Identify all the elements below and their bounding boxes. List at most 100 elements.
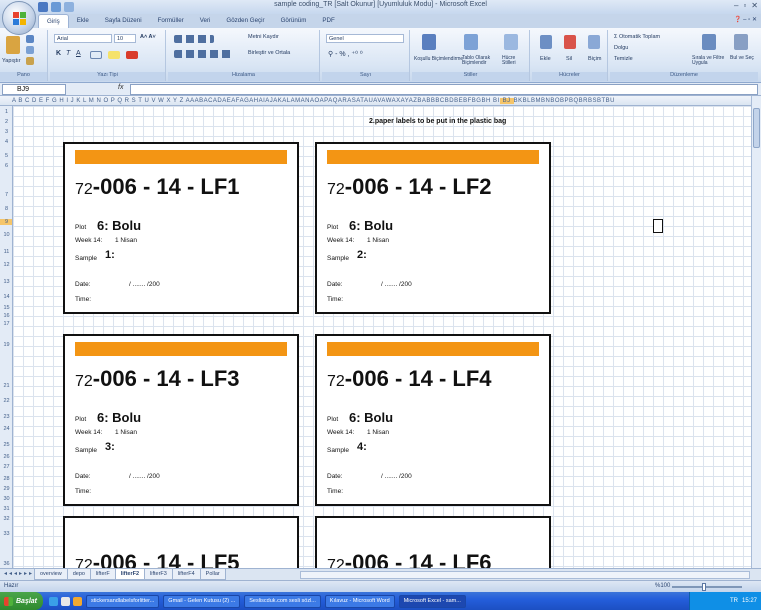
row-number[interactable]: 33: [0, 531, 12, 537]
row-number[interactable]: 23: [0, 414, 12, 420]
row-number[interactable]: 14: [0, 294, 12, 300]
sheet-tab[interactable]: Pollar: [199, 569, 226, 580]
row-number[interactable]: 28: [0, 476, 12, 482]
fill-color-icon[interactable]: [108, 51, 120, 59]
taskbar-item[interactable]: Sesliscduk.com sesli sözl...: [244, 594, 321, 608]
cell-styles-button[interactable]: Hücre Stilleri: [502, 56, 528, 66]
font-color-icon[interactable]: [126, 51, 138, 59]
row-number[interactable]: 7: [0, 192, 12, 198]
cut-icon[interactable]: [26, 35, 34, 43]
row-number[interactable]: 32: [0, 516, 12, 522]
delete-cells-icon[interactable]: [564, 35, 576, 49]
row-number[interactable]: 15: [0, 305, 12, 311]
close-button[interactable]: ✕: [751, 1, 758, 10]
sheet-tab[interactable]: depo: [66, 569, 91, 580]
taskbar-item[interactable]: Kılavuz - Microsoft Word: [324, 594, 395, 608]
row-number[interactable]: 11: [0, 249, 12, 255]
row-number[interactable]: 8: [0, 206, 12, 212]
row-number[interactable]: 22: [0, 398, 12, 404]
row-number[interactable]: 30: [0, 496, 12, 502]
row-number[interactable]: 36: [0, 561, 12, 567]
desktop-icon[interactable]: [61, 596, 71, 606]
sheet-tab-active[interactable]: lifterF2: [114, 569, 146, 580]
row-number[interactable]: 19: [0, 342, 12, 348]
copy-icon[interactable]: [26, 46, 34, 54]
tab-data[interactable]: Veri: [192, 14, 219, 28]
cell-styles-icon[interactable]: [504, 34, 518, 50]
row-number[interactable]: 17: [0, 321, 12, 327]
row-number[interactable]: 12: [0, 262, 12, 268]
vertical-scrollbar[interactable]: [751, 96, 761, 568]
sort-filter-icon[interactable]: [702, 34, 716, 50]
delete-button[interactable]: Sil: [566, 56, 572, 62]
bold-icon[interactable]: K: [56, 50, 61, 57]
fx-icon[interactable]: fx: [118, 84, 123, 91]
row-number[interactable]: 24: [0, 426, 12, 432]
row-number[interactable]: 26: [0, 454, 12, 460]
wrap-text-button[interactable]: Metni Kaydır: [248, 34, 279, 40]
office-button[interactable]: [2, 1, 36, 35]
sheet-tab[interactable]: lifterF4: [171, 569, 201, 580]
align-center-icon[interactable]: [174, 50, 232, 58]
tab-insert[interactable]: Ekle: [69, 14, 97, 28]
autosum-button[interactable]: Σ Otomatik Toplam: [614, 34, 660, 40]
cond-format-button[interactable]: Koşullu Biçimlendirme: [414, 56, 463, 62]
row-number[interactable]: 13: [0, 279, 12, 285]
sheet-tab[interactable]: overview: [34, 569, 68, 580]
format-button[interactable]: Biçim: [588, 56, 601, 62]
conditional-format-icon[interactable]: [422, 34, 436, 50]
row-number[interactable]: 4: [0, 139, 12, 145]
selected-cell[interactable]: [653, 219, 663, 233]
insert-button[interactable]: Ekle: [540, 56, 551, 62]
selected-column[interactable]: BJ: [499, 98, 514, 104]
sheet-tab[interactable]: lifterF3: [144, 569, 173, 580]
name-box[interactable]: BJ9: [2, 84, 66, 95]
row-number[interactable]: 29: [0, 486, 12, 492]
find-select-button[interactable]: Bul ve Seç: [730, 56, 756, 61]
sheet-tab[interactable]: lifterF: [89, 569, 116, 580]
find-icon[interactable]: [734, 34, 748, 50]
fill-button[interactable]: Dolgu: [614, 45, 628, 51]
zoom-level[interactable]: %100: [655, 583, 670, 589]
italic-icon[interactable]: T: [66, 50, 70, 57]
font-size-select[interactable]: 10: [114, 34, 136, 43]
tab-home[interactable]: Giriş: [38, 14, 69, 28]
tab-formulas[interactable]: Formüller: [150, 14, 192, 28]
insert-cells-icon[interactable]: [540, 35, 552, 49]
row-number[interactable]: 2: [0, 119, 12, 125]
row-number[interactable]: 16: [0, 313, 12, 319]
tab-review[interactable]: Gözden Geçir: [218, 14, 272, 28]
number-format-select[interactable]: Genel: [326, 34, 404, 43]
scroll-thumb[interactable]: [753, 108, 760, 148]
underline-icon[interactable]: A: [76, 50, 81, 57]
help-icon[interactable]: ❓ – ▫ ✕: [734, 16, 757, 23]
row-number[interactable]: 5: [0, 153, 12, 159]
row-number[interactable]: 25: [0, 442, 12, 448]
row-number[interactable]: 27: [0, 464, 12, 470]
merge-center-button[interactable]: Birleştir ve Ortala: [248, 50, 290, 56]
borders-icon[interactable]: [90, 51, 102, 59]
zoom-slider[interactable]: [672, 583, 742, 591]
row-number-selected[interactable]: 9: [0, 219, 12, 225]
zoom-knob[interactable]: [702, 583, 706, 591]
row-number[interactable]: 1: [0, 109, 12, 115]
tab-pdf[interactable]: PDF: [314, 14, 342, 28]
taskbar-item[interactable]: Gmail - Gelen Kutusu (2) ...: [163, 594, 241, 608]
tab-page-layout[interactable]: Sayfa Düzeni: [97, 14, 150, 28]
maximize-button[interactable]: ▫: [743, 1, 746, 10]
row-number[interactable]: 3: [0, 129, 12, 135]
minimize-button[interactable]: –: [734, 1, 738, 10]
taskbar-item-active[interactable]: Microsoft Excel - sam...: [398, 594, 466, 608]
row-number[interactable]: 6: [0, 163, 12, 169]
format-cells-icon[interactable]: [588, 35, 600, 49]
sheet-nav-icon[interactable]: ◂◂◂▸▸▸: [4, 570, 34, 577]
start-button[interactable]: Başlat: [0, 592, 44, 610]
row-number[interactable]: 21: [0, 383, 12, 389]
format-table-icon[interactable]: [464, 34, 478, 50]
clear-button[interactable]: Temizle: [614, 56, 633, 62]
paste-button[interactable]: Yapıştır: [2, 58, 21, 64]
folder-icon[interactable]: [73, 596, 83, 606]
align-top-icon[interactable]: [174, 35, 214, 43]
worksheet-grid[interactable]: 2.paper labels to be put in the plastic …: [13, 106, 751, 574]
horizontal-scrollbar[interactable]: [300, 571, 750, 579]
